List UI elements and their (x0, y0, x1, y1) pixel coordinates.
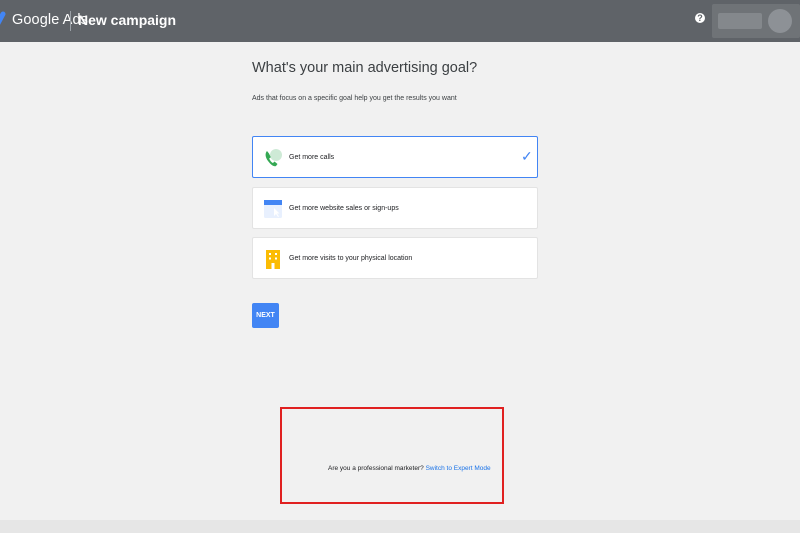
goal-heading: What's your main advertising goal? (252, 60, 478, 76)
goal-option-visits[interactable]: Get more visits to your physical locatio… (252, 237, 538, 279)
next-button[interactable]: NEXT (252, 303, 279, 328)
brand-name[interactable]: Google Ads (12, 12, 88, 28)
app-frame: Google Ads New campaign ? What's your ma… (0, 0, 800, 533)
help-icon[interactable]: ? (695, 13, 705, 23)
goal-option-label: Get more visits to your physical locatio… (289, 255, 413, 262)
google-ads-logo-icon (0, 11, 6, 25)
divider (70, 11, 71, 31)
account-menu[interactable] (712, 4, 800, 38)
annotation-highlight-box (280, 407, 504, 504)
goal-option-website[interactable]: Get more website sales or sign-ups (252, 187, 538, 229)
top-bar: Google Ads New campaign ? (0, 0, 800, 42)
page-title: New campaign (78, 12, 177, 28)
expert-mode-question: Are you a professional marketer? (328, 465, 426, 472)
building-icon (266, 250, 280, 269)
phone-icon (265, 149, 282, 167)
bottom-divider (0, 520, 800, 533)
goal-option-calls[interactable]: Get more calls ✓ (252, 136, 538, 178)
avatar (768, 9, 792, 33)
checkmark-icon: ✓ (521, 148, 533, 164)
switch-to-expert-mode-link[interactable]: Switch to Expert Mode (426, 465, 491, 472)
browser-window-icon (264, 200, 282, 218)
goal-option-label: Get more website sales or sign-ups (289, 205, 399, 212)
account-name (718, 13, 762, 29)
expert-mode-prompt: Are you a professional marketer? Switch … (328, 465, 491, 472)
goal-subheading: Ads that focus on a specific goal help y… (252, 95, 457, 102)
goal-option-label: Get more calls (289, 154, 335, 161)
